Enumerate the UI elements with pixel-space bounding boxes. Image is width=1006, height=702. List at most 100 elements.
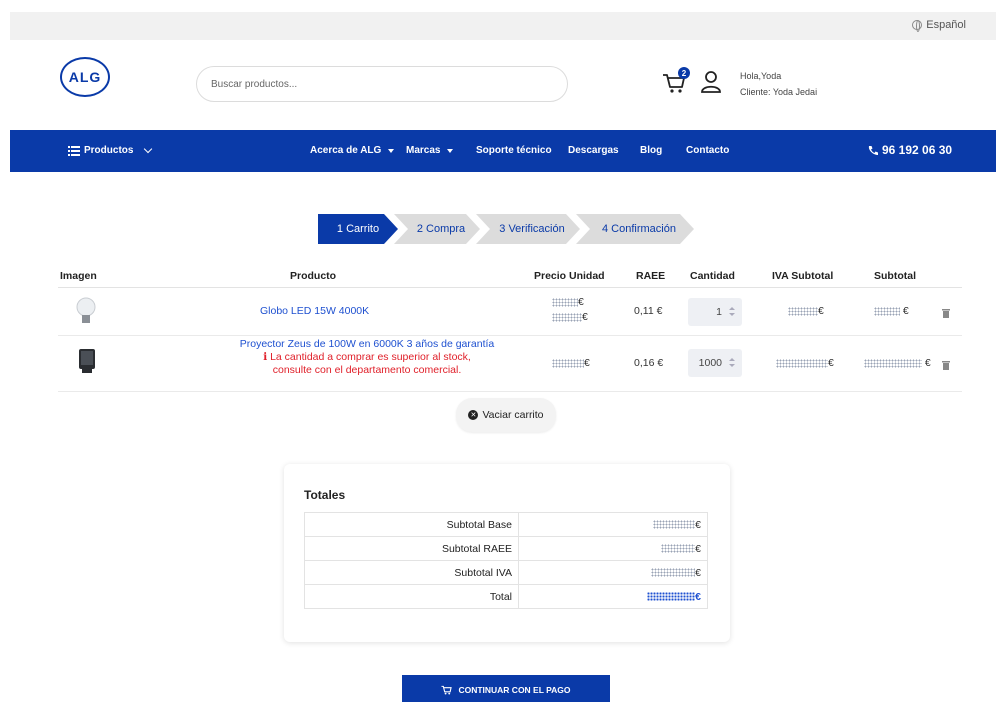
subtotal: € xyxy=(864,357,931,369)
header-image: Imagen xyxy=(60,270,97,282)
logo-text: ALG xyxy=(68,69,102,85)
nav-item-label: Acerca de ALG xyxy=(310,145,382,156)
totals-label: Subtotal Base xyxy=(304,512,519,537)
quantity-value: 1 xyxy=(716,306,722,318)
totals-row: Subtotal Base € xyxy=(304,512,708,537)
totals-row: Subtotal RAEE € xyxy=(304,536,708,561)
product-link[interactable]: Globo LED 15W 4000K xyxy=(260,305,369,317)
totals-title: Totales xyxy=(304,488,346,502)
continue-payment-label: CONTINUAR CON EL PAGO xyxy=(458,685,571,695)
step-confirmation[interactable]: 4 Confirmación xyxy=(576,214,694,244)
step-cart[interactable]: 1 Carrito xyxy=(318,214,398,244)
nav-item-label: Marcas xyxy=(406,145,441,156)
nav-item-label: Descargas xyxy=(568,145,619,156)
client-name: Cliente: Yoda Jedai xyxy=(740,87,818,97)
step-label: 3 Verificación xyxy=(499,223,565,235)
floodlight-product-image[interactable] xyxy=(78,348,96,374)
greeting-text: Hola,Yoda xyxy=(740,71,782,81)
product-cell: Proyector Zeus de 100W en 6000K 3 años d… xyxy=(178,338,556,377)
cart-row: Proyector Zeus de 100W en 6000K 3 años d… xyxy=(58,336,962,392)
trash-icon[interactable] xyxy=(942,360,950,370)
stock-warning: ℹ La cantidad a comprar es superior al s… xyxy=(178,351,556,364)
nav-products-label: Productos xyxy=(84,145,134,156)
cart-table-header: Imagen Producto Precio Unidad RAEE Canti… xyxy=(58,264,962,288)
search-box[interactable] xyxy=(196,66,568,102)
trash-icon[interactable] xyxy=(942,308,950,318)
spinner-icon[interactable] xyxy=(729,358,735,367)
header-raee: RAEE xyxy=(636,270,666,282)
globe-icon xyxy=(912,20,923,32)
header-quantity: Cantidad xyxy=(690,270,735,282)
totals-row: Subtotal IVA € xyxy=(304,560,708,585)
top-bar: Español xyxy=(10,12,996,40)
chevron-down-icon xyxy=(144,144,153,154)
caret-down-icon xyxy=(447,148,454,153)
product-link[interactable]: Proyector Zeus de 100W en 6000K 3 años d… xyxy=(178,338,556,351)
user-icon[interactable] xyxy=(700,70,722,94)
iva-subtotal: € xyxy=(776,357,834,369)
totals-table: Subtotal Base € Subtotal RAEE € Subtotal… xyxy=(304,512,708,609)
nav-item-contact[interactable]: Contacto xyxy=(686,145,729,156)
step-label: 2 Compra xyxy=(416,223,466,235)
nav-item-support[interactable]: Soporte técnico xyxy=(476,145,552,156)
cart-count-badge: 2 xyxy=(678,67,690,79)
nav-phone[interactable]: 96 192 06 30 xyxy=(868,143,952,157)
iva-subtotal: € xyxy=(788,305,824,317)
site-logo[interactable]: ALG xyxy=(60,57,110,97)
totals-label: Total xyxy=(304,584,519,609)
raee-value: 0,11 € xyxy=(634,305,663,317)
nav-item-label: Soporte técnico xyxy=(476,145,552,156)
warning-text: La cantidad a comprar es superior al sto… xyxy=(270,351,471,363)
bulb-product-image[interactable] xyxy=(76,296,96,326)
quantity-stepper[interactable]: 1000 xyxy=(688,349,742,377)
totals-label: Subtotal IVA xyxy=(304,560,519,585)
empty-cart-button[interactable]: ✕ Vaciar carrito xyxy=(456,398,556,432)
user-greeting: Hola,Yoda Cliente: Yoda Jedai xyxy=(740,68,817,100)
totals-value: € xyxy=(518,560,708,585)
totals-value: € xyxy=(518,584,708,609)
nav-item-brands[interactable]: Marcas xyxy=(406,145,454,156)
raee-value: 0,16 € xyxy=(634,357,664,369)
nav-item-label: Contacto xyxy=(686,145,730,156)
search-input[interactable] xyxy=(197,67,567,101)
quantity-stepper[interactable]: 1 xyxy=(688,298,742,326)
cart-row: Globo LED 15W 4000K € € 0,11 € 1 € € xyxy=(58,288,962,336)
language-label: Español xyxy=(926,19,966,31)
caret-down-icon xyxy=(388,148,395,153)
language-selector[interactable]: Español xyxy=(912,19,966,32)
totals-label: Subtotal RAEE xyxy=(304,536,519,561)
totals-value: € xyxy=(518,512,708,537)
step-label: 1 Carrito xyxy=(336,223,380,235)
phone-icon xyxy=(868,146,878,155)
quantity-value: 1000 xyxy=(698,357,722,369)
step-verification[interactable]: 3 Verificación xyxy=(476,214,580,244)
header-unit-price: Precio Unidad xyxy=(534,270,605,282)
continue-payment-button[interactable]: CONTINUAR CON EL PAGO xyxy=(402,675,610,702)
phone-number: 96 192 06 30 xyxy=(882,143,953,157)
spinner-icon[interactable] xyxy=(729,307,735,316)
step-purchase[interactable]: 2 Compra xyxy=(394,214,480,244)
nav-products[interactable]: Productos xyxy=(68,144,153,156)
main-nav: Productos Acerca de ALG Marcas Soporte t… xyxy=(10,130,996,172)
cart-icon xyxy=(441,685,453,695)
empty-cart-label: Vaciar carrito xyxy=(482,409,544,421)
nav-item-about[interactable]: Acerca de ALG xyxy=(310,145,395,156)
header-subtotal: Subtotal xyxy=(874,270,916,282)
nav-item-label: Blog xyxy=(640,145,663,156)
unit-price: € € xyxy=(552,295,588,325)
nav-item-blog[interactable]: Blog xyxy=(640,145,662,156)
step-label: 4 Confirmación xyxy=(602,223,676,235)
header-iva-subtotal: IVA Subtotal xyxy=(772,270,834,282)
totals-card: Totales Subtotal Base € Subtotal RAEE € … xyxy=(284,464,730,642)
totals-row: Total € xyxy=(304,584,708,609)
nav-item-downloads[interactable]: Descargas xyxy=(568,145,619,156)
totals-value: € xyxy=(518,536,708,561)
info-icon: ℹ xyxy=(263,351,268,363)
unit-price: € xyxy=(552,357,590,369)
cart-table: Imagen Producto Precio Unidad RAEE Canti… xyxy=(58,264,962,392)
close-circle-icon: ✕ xyxy=(468,410,479,420)
warning-text-2: consulte con el departamento comercial. xyxy=(272,364,462,376)
list-icon xyxy=(68,145,80,156)
subtotal: € xyxy=(874,305,909,317)
header-product: Producto xyxy=(290,270,337,282)
